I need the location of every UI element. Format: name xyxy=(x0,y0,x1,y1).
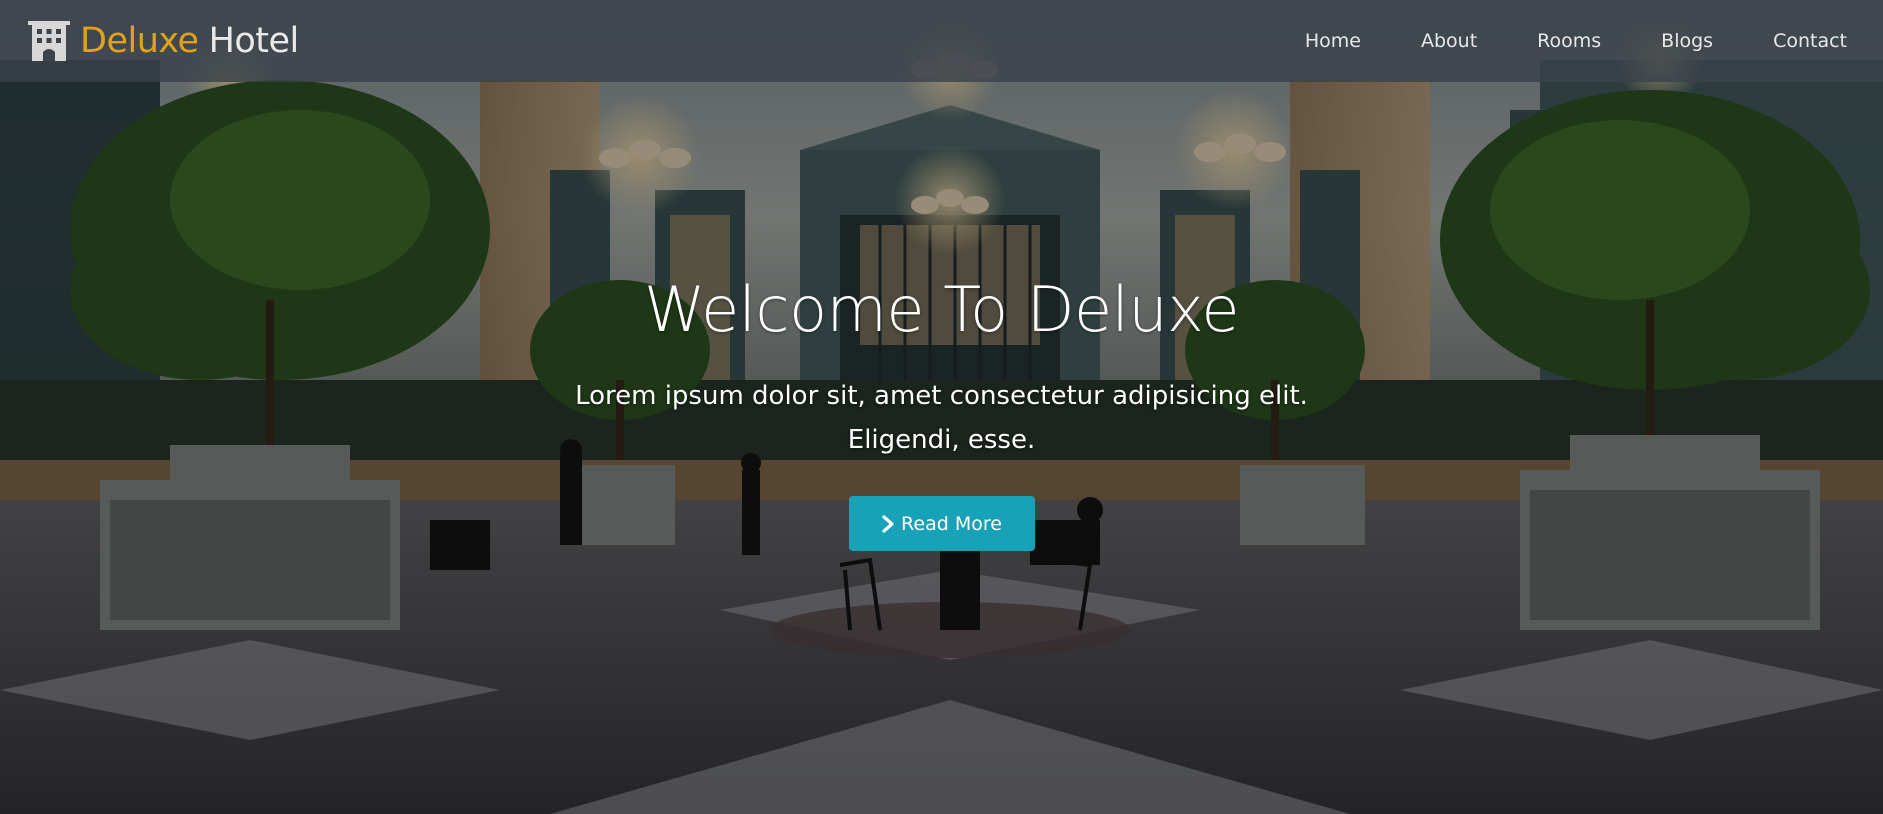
navbar: Deluxe Hotel Home About Rooms Blogs Cont… xyxy=(0,0,1883,82)
nav-link-contact[interactable]: Contact xyxy=(1773,30,1847,52)
nav-item-about: About xyxy=(1421,30,1477,52)
nav-item-home: Home xyxy=(1305,30,1361,52)
read-more-button[interactable]: Read More xyxy=(848,496,1035,551)
hero-text: Lorem ipsum dolor sit, amet consectetur … xyxy=(575,381,1308,455)
brand-name: Deluxe xyxy=(80,21,199,61)
main-nav: Home About Rooms Blogs Contact xyxy=(1245,0,1883,82)
nav-link-home[interactable]: Home xyxy=(1305,30,1361,52)
read-more-label: Read More xyxy=(901,512,1002,535)
brand-suffix: Hotel xyxy=(208,21,300,61)
nav-item-contact: Contact xyxy=(1773,30,1847,52)
brand-link[interactable]: Deluxe Hotel xyxy=(28,18,299,64)
hotel-building-icon xyxy=(28,21,70,61)
nav-link-about[interactable]: About xyxy=(1421,30,1477,52)
hero-title: Welcome To Deluxe xyxy=(643,273,1240,346)
nav-item-blogs: Blogs xyxy=(1661,30,1713,52)
hero-content: Welcome To Deluxe Lorem ipsum dolor sit,… xyxy=(0,270,1883,551)
nav-link-rooms[interactable]: Rooms xyxy=(1537,30,1601,52)
nav-link-blogs[interactable]: Blogs xyxy=(1661,30,1713,52)
hero-section: Deluxe Hotel Home About Rooms Blogs Cont… xyxy=(0,0,1883,814)
nav-item-rooms: Rooms xyxy=(1537,30,1601,52)
chevron-right-icon xyxy=(882,514,894,533)
